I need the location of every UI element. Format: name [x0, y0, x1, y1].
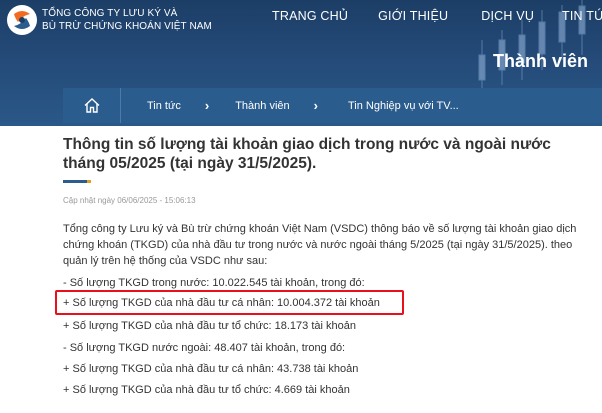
nav-services[interactable]: DỊCH VỤ	[481, 9, 534, 23]
foreign-total-line: - Số lượng TKGD nước ngoài: 48.407 tài k…	[63, 342, 346, 354]
main-nav: TRANG CHỦ GIỚI THIỆU DỊCH VỤ TIN TỨC PH	[272, 9, 602, 23]
brand-line-2: BÙ TRỪ CHỨNG KHOÁN VIỆT NAM	[42, 21, 212, 32]
home-icon	[84, 98, 99, 113]
title-underline	[63, 180, 91, 183]
breadcrumb-label: Thành viên	[235, 99, 290, 112]
breadcrumb-item-members[interactable]: Thành viên ›	[235, 98, 318, 113]
brand-name: TỔNG CÔNG TY LƯU KÝ VÀ BÙ TRỪ CHỨNG KHOÁ…	[42, 7, 212, 33]
breadcrumb-item-member-news[interactable]: Tin Nghiệp vụ với TV...	[348, 100, 459, 112]
breadcrumb: Tin tức › Thành viên › Tin Nghiệp vụ với…	[63, 88, 602, 123]
breadcrumb-label: Tin tức	[147, 99, 181, 112]
breadcrumb-label: Tin Nghiệp vụ với TV...	[347, 99, 459, 112]
brand-logo-link[interactable]: TỔNG CÔNG TY LƯU KÝ VÀ BÙ TRỪ CHỨNG KHOÁ…	[6, 4, 212, 36]
breadcrumb-item-news[interactable]: Tin tức ›	[147, 98, 209, 113]
domestic-institution-line: + Số lượng TKGD của nhà đầu tư tổ chức: …	[63, 320, 356, 332]
foreign-individual-line: + Số lượng TKGD của nhà đầu tư cá nhân: …	[63, 363, 359, 375]
breadcrumb-home[interactable]	[63, 88, 121, 123]
chevron-right-icon: ›	[313, 98, 318, 113]
nav-about[interactable]: GIỚI THIỆU	[378, 9, 448, 23]
nav-news[interactable]: TIN TỨC	[562, 9, 602, 23]
nav-home[interactable]: TRANG CHỦ	[272, 9, 348, 23]
vsdc-logo-icon	[6, 4, 38, 36]
article-intro: Tổng công ty Lưu ký và Bù trừ chứng khoá…	[63, 223, 577, 267]
chevron-right-icon: ›	[204, 98, 210, 113]
highlight-box	[55, 290, 404, 315]
article-title: Thông tin số lượng tài khoản giao dịch t…	[63, 136, 551, 172]
brand-line-1: TỔNG CÔNG TY LƯU KÝ VÀ	[42, 8, 178, 19]
page-banner-title: Thành viên	[492, 51, 588, 71]
domestic-total-line: - Số lượng TKGD trong nước: 10.022.545 t…	[63, 277, 365, 289]
update-timestamp: Cập nhật ngày 06/06/2025 - 15:06:13	[63, 196, 196, 205]
foreign-institution-line: + Số lượng TKGD của nhà đầu tư tổ chức: …	[63, 384, 350, 396]
